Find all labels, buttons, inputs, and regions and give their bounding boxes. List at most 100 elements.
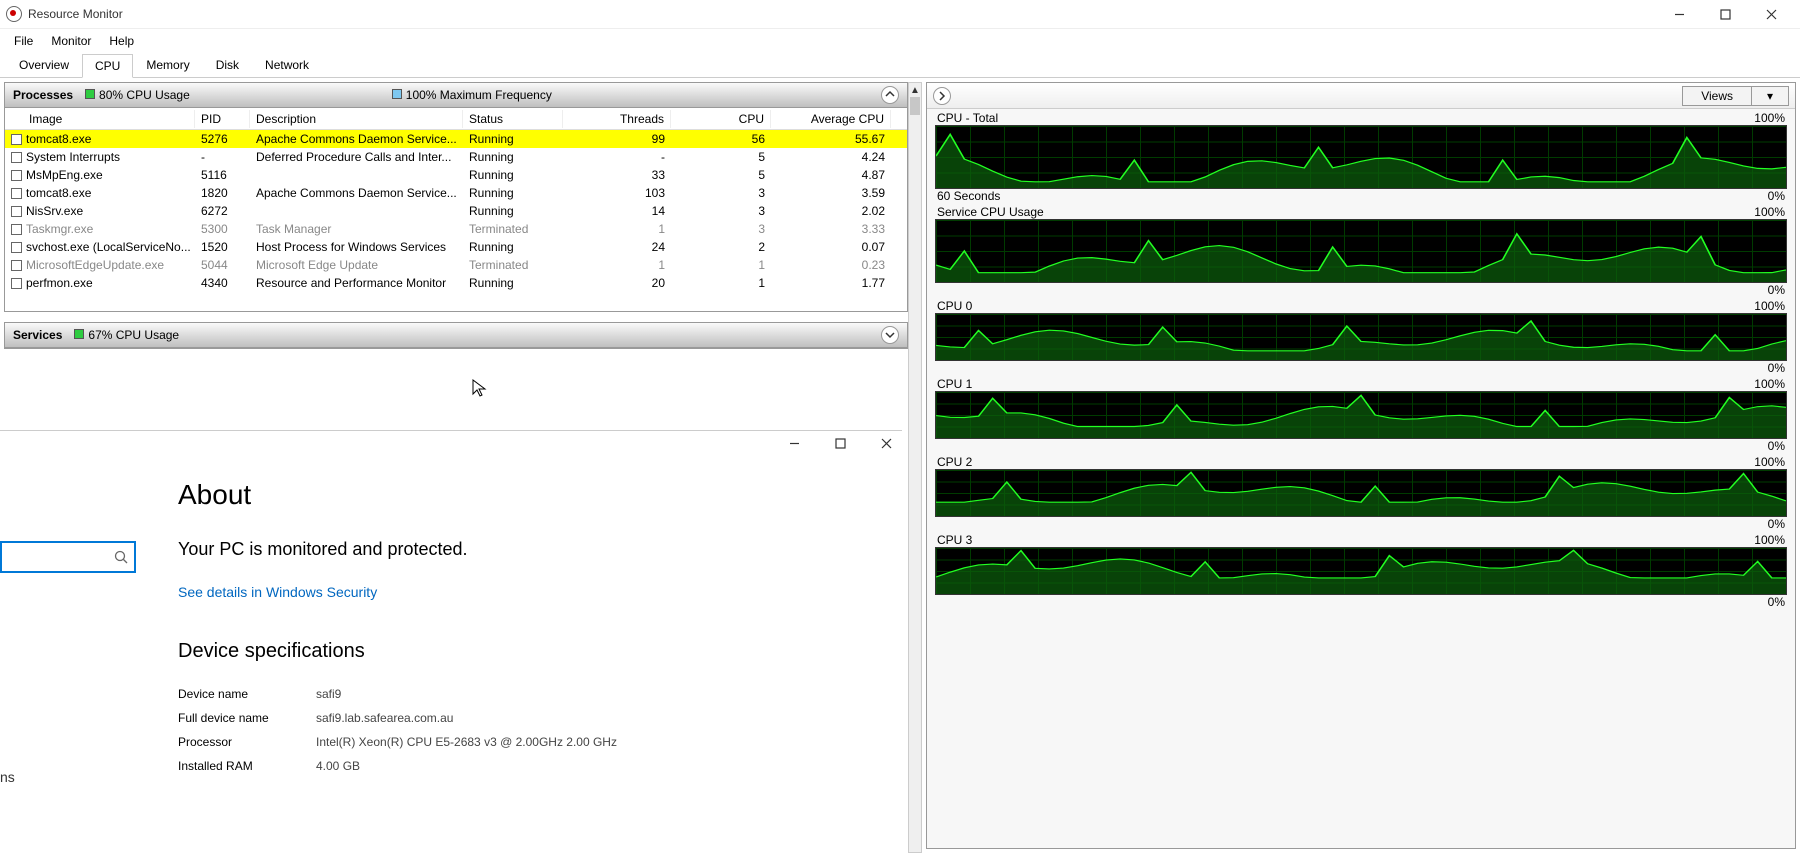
settings-search-area — [0, 541, 136, 573]
collapse-processes-button[interactable] — [881, 86, 899, 104]
proc-cpu: 1 — [671, 257, 771, 273]
menu-help[interactable]: Help — [101, 32, 142, 50]
left-scrollbar[interactable]: ▲ — [908, 82, 922, 853]
graph-top-label: 100% — [1754, 533, 1785, 547]
col-pid[interactable]: PID — [195, 110, 250, 128]
col-threads[interactable]: Threads — [563, 110, 671, 128]
expand-services-button[interactable] — [881, 326, 899, 344]
views-dropdown[interactable]: Views ▾ — [1682, 86, 1789, 106]
cpu-usage-text: 80% CPU Usage — [99, 88, 190, 102]
col-cpu[interactable]: CPU — [671, 110, 771, 128]
menu-file[interactable]: File — [6, 32, 41, 50]
processes-panel: Processes 80% CPU Usage 100% Maximum Fre… — [4, 82, 908, 312]
tab-overview[interactable]: Overview — [6, 53, 82, 77]
table-row[interactable]: tomcat8.exe5276Apache Commons Daemon Ser… — [5, 130, 907, 148]
proc-status: Running — [463, 185, 563, 201]
close-button[interactable] — [1748, 0, 1794, 28]
spec-label: Device name — [178, 687, 316, 701]
tab-cpu[interactable]: CPU — [82, 54, 133, 78]
settings-search-input[interactable] — [0, 541, 136, 573]
about-maximize-button[interactable] — [830, 433, 850, 453]
col-desc[interactable]: Description — [250, 110, 463, 128]
row-checkbox[interactable] — [11, 152, 22, 163]
proc-cpu: 5 — [671, 149, 771, 165]
expand-graphs-button[interactable] — [933, 87, 951, 105]
col-image[interactable]: Image — [5, 110, 195, 128]
proc-image: MsMpEng.exe — [26, 168, 103, 182]
scroll-up-icon[interactable]: ▲ — [909, 83, 921, 97]
services-title: Services — [13, 328, 62, 342]
sidebar-fragment[interactable]: ns — [0, 769, 15, 785]
tab-network[interactable]: Network — [252, 53, 322, 77]
proc-threads: 99 — [563, 131, 671, 147]
table-row[interactable]: svchost.exe (LocalServiceNo...1520Host P… — [5, 238, 907, 256]
scroll-thumb[interactable] — [910, 97, 920, 115]
table-row[interactable]: Taskmgr.exe5300Task ManagerTerminated133… — [5, 220, 907, 238]
row-checkbox[interactable] — [11, 260, 22, 271]
settings-about-window: ns About Your PC is monitored and protec… — [0, 430, 902, 850]
proc-threads: 103 — [563, 185, 671, 201]
spec-value: 4.00 GB — [316, 759, 656, 773]
maximize-button[interactable] — [1702, 0, 1748, 28]
graph-top-label: 100% — [1754, 299, 1785, 313]
services-header[interactable]: Services 67% CPU Usage — [5, 323, 907, 348]
about-subtitle: Your PC is monitored and protected. — [178, 539, 656, 560]
row-checkbox[interactable] — [11, 242, 22, 253]
row-checkbox[interactable] — [11, 224, 22, 235]
proc-status: Running — [463, 131, 563, 147]
proc-threads: 1 — [563, 257, 671, 273]
graph-top-label: 100% — [1754, 377, 1785, 391]
proc-status: Terminated — [463, 257, 563, 273]
graph-top-label: 100% — [1754, 111, 1785, 125]
tab-disk[interactable]: Disk — [203, 53, 252, 77]
minimize-button[interactable] — [1656, 0, 1702, 28]
processes-header[interactable]: Processes 80% CPU Usage 100% Maximum Fre… — [5, 83, 907, 108]
proc-desc — [250, 174, 463, 176]
row-checkbox[interactable] — [11, 188, 22, 199]
services-usage-text: 67% CPU Usage — [88, 328, 179, 342]
spec-row: Full device namesafi9.lab.safearea.com.a… — [178, 711, 656, 725]
graph-top-label: 100% — [1754, 455, 1785, 469]
table-row[interactable]: MsMpEng.exe5116Running3354.87 — [5, 166, 907, 184]
table-row[interactable]: MicrosoftEdgeUpdate.exe5044Microsoft Edg… — [5, 256, 907, 274]
proc-avg: 55.67 — [771, 131, 891, 147]
max-freq-text: 100% Maximum Frequency — [406, 88, 552, 102]
proc-avg: 1.77 — [771, 275, 891, 291]
windows-security-link[interactable]: See details in Windows Security — [178, 584, 656, 600]
proc-avg: 2.02 — [771, 203, 891, 219]
col-status[interactable]: Status — [463, 110, 563, 128]
proc-avg: 3.33 — [771, 221, 891, 237]
proc-status: Terminated — [463, 221, 563, 237]
cpu-graph — [935, 469, 1787, 517]
proc-status: Running — [463, 149, 563, 165]
proc-threads: 1 — [563, 221, 671, 237]
proc-threads: - — [563, 149, 671, 165]
graph-bottom-right: 0% — [1768, 517, 1785, 531]
graph-block: CPU - Total100%60 Seconds0% — [935, 111, 1787, 203]
left-panel: ▲ Processes 80% CPU Usage 100% Maximum F… — [0, 78, 922, 853]
table-row[interactable]: perfmon.exe4340Resource and Performance … — [5, 274, 907, 292]
proc-desc: Apache Commons Daemon Service... — [250, 131, 463, 147]
proc-threads: 14 — [563, 203, 671, 219]
proc-cpu: 1 — [671, 275, 771, 291]
proc-pid: 5044 — [195, 257, 250, 273]
proc-image: System Interrupts — [26, 150, 120, 164]
row-checkbox[interactable] — [11, 170, 22, 181]
row-checkbox[interactable] — [11, 278, 22, 289]
table-row[interactable]: System Interrupts-Deferred Procedure Cal… — [5, 148, 907, 166]
about-minimize-button[interactable] — [784, 433, 804, 453]
table-row[interactable]: NisSrv.exe6272Running1432.02 — [5, 202, 907, 220]
graph-title: CPU 0 — [937, 299, 972, 313]
menu-monitor[interactable]: Monitor — [43, 32, 99, 50]
tab-memory[interactable]: Memory — [133, 53, 202, 77]
row-checkbox[interactable] — [11, 206, 22, 217]
row-checkbox[interactable] — [11, 134, 22, 145]
col-avg[interactable]: Average CPU — [771, 110, 891, 128]
proc-pid: 5116 — [195, 167, 250, 183]
cpu-graph — [935, 125, 1787, 189]
cpu-usage-icon — [85, 89, 95, 99]
graph-title: CPU 1 — [937, 377, 972, 391]
table-row[interactable]: tomcat8.exe1820Apache Commons Daemon Ser… — [5, 184, 907, 202]
proc-image: Taskmgr.exe — [26, 222, 93, 236]
about-close-button[interactable] — [876, 433, 896, 453]
